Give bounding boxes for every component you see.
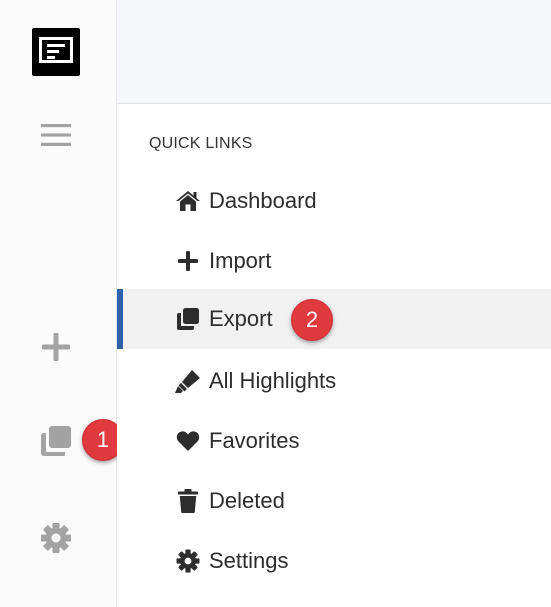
quick-links-title: QUICK LINKS [149,135,253,152]
menu-item-label: Export [209,306,273,331]
settings-rail-button[interactable] [36,518,76,558]
gear-icon [41,523,71,553]
menu-item-label: Import [209,248,272,273]
logo-line [47,44,65,47]
menu-item-label: Settings [209,548,289,573]
menu-item-all-highlights[interactable]: All Highlights [117,351,551,411]
menu-item-label: Favorites [209,428,300,453]
menu-item-deleted[interactable]: Deleted [117,471,551,531]
logo-line [47,50,59,53]
menu-item-settings[interactable]: Settings [117,531,551,591]
hamburger-menu-button[interactable] [36,115,76,155]
menu-item-label: All Highlights [209,368,337,393]
trash-icon [175,488,201,514]
menu-item-label: Dashboard [209,188,317,213]
highlighter-icon [175,368,201,394]
left-rail: 1 [0,0,124,607]
menu-item-favorites[interactable]: Favorites [117,411,551,471]
gear-icon [175,548,201,574]
step-badge-2: 2 [291,299,333,341]
heart-icon [175,428,201,454]
menu-item-dashboard[interactable]: Dashboard [117,171,551,231]
menu-item-export[interactable]: Export 2 [117,289,551,349]
copy-icon [175,306,201,332]
menu-icon [41,124,71,146]
add-button[interactable] [36,327,76,367]
menu-item-label: Deleted [209,488,285,513]
menu-item-import[interactable]: Import [117,231,551,291]
home-icon [175,188,201,214]
header-bar [117,0,551,104]
app-logo[interactable] [32,28,80,76]
plus-icon [42,333,70,361]
export-rail-button[interactable] [36,421,76,461]
copy-icon [41,426,71,456]
plus-icon [175,248,201,274]
quick-links-panel: QUICK LINKS Dashboard Import Export 2 Al… [117,104,551,607]
logo-line [47,56,55,59]
